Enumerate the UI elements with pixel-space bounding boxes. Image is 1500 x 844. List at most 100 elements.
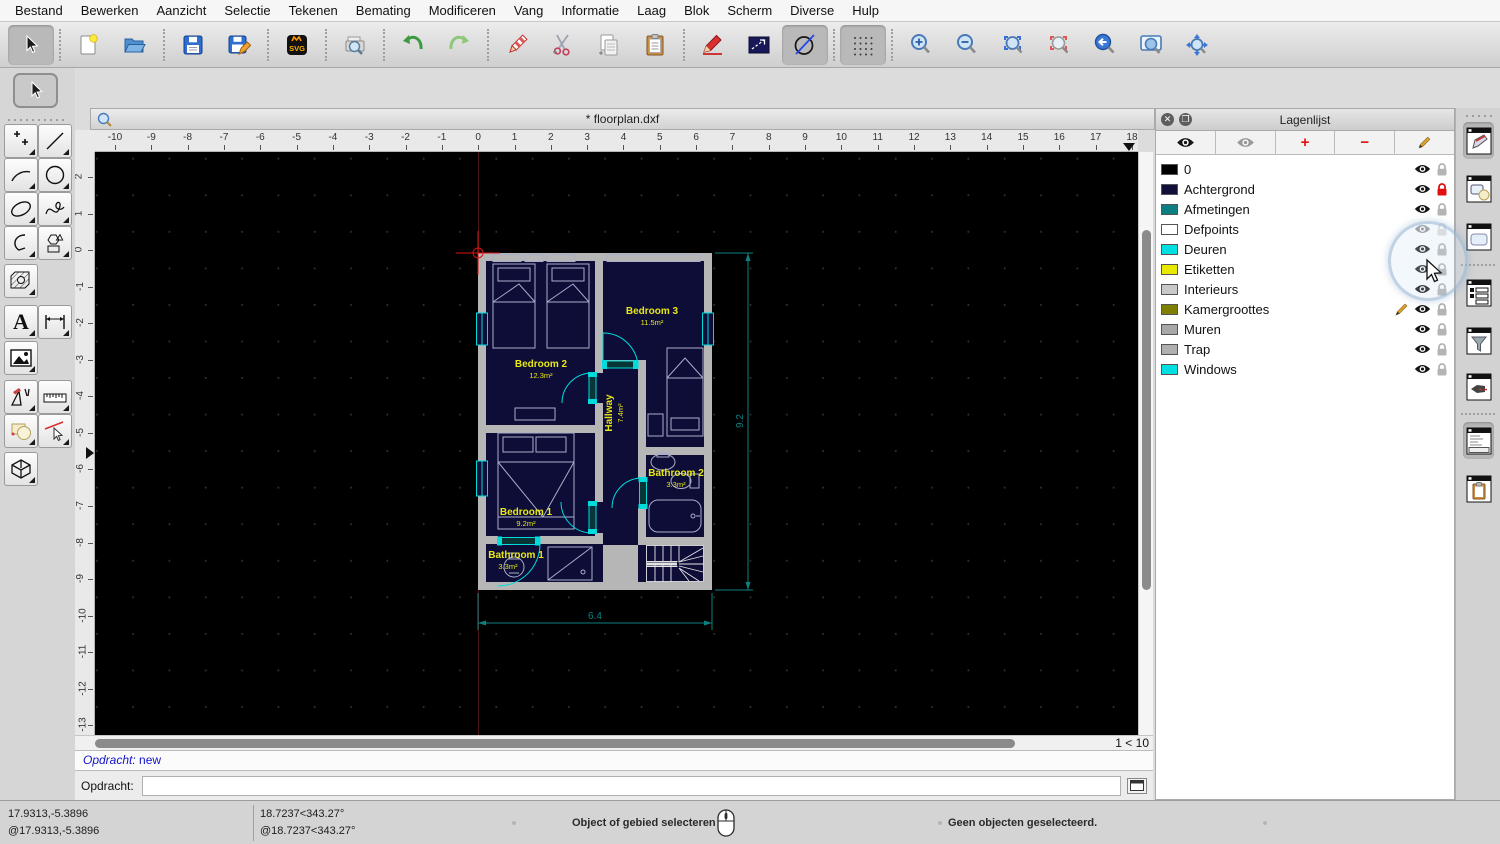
layer-visibility-toggle[interactable] <box>1412 263 1432 275</box>
menu-item-blok[interactable]: Blok <box>675 0 718 21</box>
arc-tool[interactable] <box>4 158 38 192</box>
menu-item-selectie[interactable]: Selectie <box>215 0 279 21</box>
zoom-window-button[interactable] <box>1128 25 1174 65</box>
layer-lock-toggle[interactable] <box>1432 162 1452 177</box>
print-preview-button[interactable] <box>332 25 378 65</box>
add-layer-button[interactable]: + <box>1276 131 1336 154</box>
pen-button[interactable] <box>690 25 736 65</box>
show-all-layers-button[interactable] <box>1156 131 1216 154</box>
layer-visibility-toggle[interactable] <box>1412 283 1432 295</box>
zoom-previous-button[interactable] <box>1036 25 1082 65</box>
save-button[interactable] <box>170 25 216 65</box>
layer-lock-toggle[interactable] <box>1432 182 1452 197</box>
command-input[interactable] <box>141 775 1121 796</box>
layer-lock-toggle[interactable] <box>1432 362 1452 377</box>
layer-lock-toggle[interactable] <box>1432 202 1452 217</box>
polygon-tool[interactable] <box>38 226 72 260</box>
points-tool[interactable] <box>4 124 38 158</box>
layer-visibility-toggle[interactable] <box>1412 183 1432 195</box>
layer-lock-toggle[interactable] <box>1432 302 1452 317</box>
vertical-scrollbar-thumb[interactable] <box>1141 230 1151 590</box>
vertical-scrollbar[interactable] <box>1138 152 1153 735</box>
zoom-auto-button[interactable] <box>990 25 1036 65</box>
image-tool[interactable] <box>4 341 38 375</box>
draft-mode-button[interactable] <box>782 24 828 65</box>
zoom-in-button[interactable] <box>898 25 944 65</box>
layer-row-kamergroottes[interactable]: Kamergroottes <box>1156 299 1454 319</box>
layer-visibility-toggle[interactable] <box>1412 223 1432 235</box>
zoom-back-button[interactable] <box>1082 25 1128 65</box>
palette-handle[interactable] <box>6 118 68 122</box>
order-tool[interactable] <box>4 414 38 448</box>
menu-item-hulp[interactable]: Hulp <box>843 0 888 21</box>
paste-button[interactable] <box>632 25 678 65</box>
select-entity-tool[interactable] <box>38 414 72 448</box>
remove-layer-button[interactable]: − <box>1335 131 1396 154</box>
horizontal-scrollbar[interactable]: 1 < 10 <box>75 735 1153 750</box>
menu-item-diverse[interactable]: Diverse <box>781 0 843 21</box>
command-line-dock-button[interactable] <box>1463 422 1494 459</box>
polyline-tool[interactable] <box>4 226 38 260</box>
redo-button[interactable] <box>436 25 482 65</box>
undo-button[interactable] <box>390 25 436 65</box>
menu-item-modificeren[interactable]: Modificeren <box>420 0 505 21</box>
menu-item-bemating[interactable]: Bemating <box>347 0 420 21</box>
ellipse-tool[interactable] <box>4 192 38 226</box>
layer-row-muren[interactable]: Muren <box>1156 319 1454 339</box>
layer-list-dock-button[interactable] <box>1463 274 1494 311</box>
layer-row-etiketten[interactable]: Etiketten <box>1156 259 1454 279</box>
zoom-pan-button[interactable] <box>1174 25 1220 65</box>
line-tool[interactable] <box>38 124 72 158</box>
delete-button[interactable] <box>494 25 540 65</box>
document-titlebar[interactable]: * floorplan.dxf <box>90 108 1155 130</box>
copy-button[interactable] <box>586 25 632 65</box>
strip-handle[interactable] <box>1464 114 1494 118</box>
layer-row-afmetingen[interactable]: Afmetingen <box>1156 199 1454 219</box>
layer-visibility-toggle[interactable] <box>1412 323 1432 335</box>
layer-row-interieurs[interactable]: Interieurs <box>1156 279 1454 299</box>
menu-item-tekenen[interactable]: Tekenen <box>280 0 347 21</box>
layer-row-trap[interactable]: Trap <box>1156 339 1454 359</box>
open-file-button[interactable] <box>112 25 158 65</box>
float-panel-button[interactable]: ❐ <box>1179 113 1192 126</box>
line-attributes-button[interactable] <box>736 25 782 65</box>
layer-visibility-toggle[interactable] <box>1412 163 1432 175</box>
clipboard-dock-button[interactable] <box>1463 470 1494 507</box>
menu-item-vang[interactable]: Vang <box>505 0 552 21</box>
layer-visibility-toggle[interactable] <box>1412 363 1432 375</box>
layer-visibility-toggle[interactable] <box>1412 303 1432 315</box>
hide-all-layers-button[interactable] <box>1216 131 1276 154</box>
menu-item-bewerken[interactable]: Bewerken <box>72 0 148 21</box>
pen-settings-dock-button[interactable] <box>1463 368 1494 405</box>
menu-item-aanzicht[interactable]: Aanzicht <box>148 0 216 21</box>
layer-visibility-toggle[interactable] <box>1412 203 1432 215</box>
layer-lock-toggle[interactable] <box>1432 222 1452 237</box>
circle-tool[interactable] <box>38 158 72 192</box>
palette-select-tool[interactable] <box>13 73 58 108</box>
measure-tool[interactable] <box>38 380 72 414</box>
layer-panel-titlebar[interactable]: ✕ ❐ Lagenlijst <box>1156 109 1454 131</box>
drawing-canvas[interactable]: Bedroom 2 12.3m² Bedroom 3 11.5m² Hallwa… <box>95 152 1138 735</box>
layer-row-windows[interactable]: Windows <box>1156 359 1454 379</box>
library-browser-dock-button[interactable] <box>1463 218 1494 255</box>
export-svg-button[interactable]: SVG <box>274 25 320 65</box>
property-editor-dock-button[interactable] <box>1463 122 1494 159</box>
menu-item-informatie[interactable]: Informatie <box>552 0 628 21</box>
select-button[interactable] <box>8 24 54 65</box>
modify-tool[interactable] <box>4 380 38 414</box>
grid-toggle-button[interactable] <box>840 24 886 65</box>
horizontal-scrollbar-thumb[interactable] <box>95 738 1015 748</box>
menu-item-laag[interactable]: Laag <box>628 0 675 21</box>
hatch-tool[interactable] <box>4 264 38 298</box>
solid-tool[interactable] <box>4 452 38 486</box>
new-document-button[interactable] <box>66 25 112 65</box>
layer-lock-toggle[interactable] <box>1432 322 1452 337</box>
layer-filter-dock-button[interactable] <box>1463 322 1494 359</box>
menu-item-bestand[interactable]: Bestand <box>6 0 72 21</box>
layer-row-defpoints[interactable]: Defpoints <box>1156 219 1454 239</box>
block-list-dock-button[interactable] <box>1463 170 1494 207</box>
command-options-button[interactable] <box>1127 777 1147 794</box>
close-panel-button[interactable]: ✕ <box>1161 113 1174 126</box>
layer-row-0[interactable]: 0 <box>1156 159 1454 179</box>
layer-lock-toggle[interactable] <box>1432 342 1452 357</box>
